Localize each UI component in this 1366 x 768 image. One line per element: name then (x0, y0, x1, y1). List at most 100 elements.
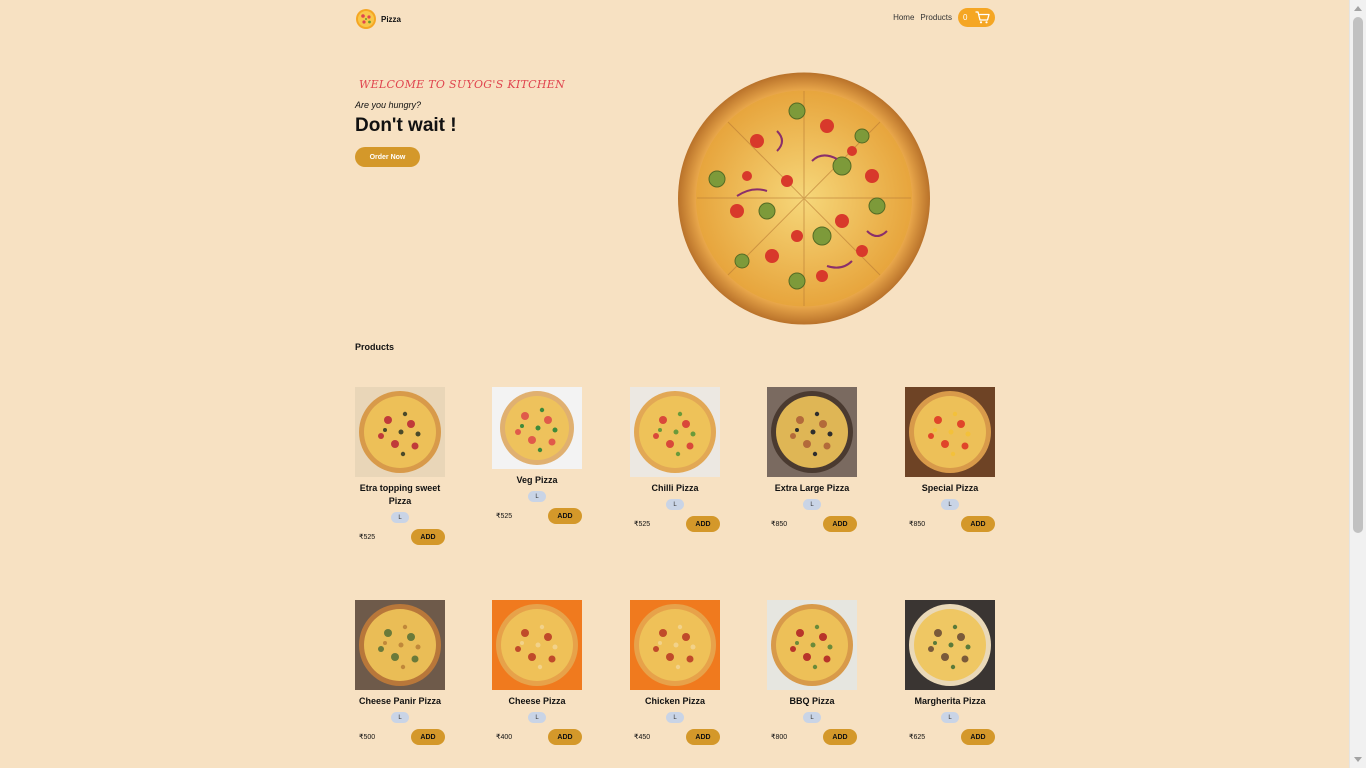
add-to-cart-button[interactable]: ADD (686, 729, 720, 745)
add-to-cart-button[interactable]: ADD (823, 729, 857, 745)
product-card: Extra Large Pizza L ₹850 ADD (767, 387, 857, 532)
product-image (767, 600, 857, 690)
product-price: ₹400 (496, 734, 513, 741)
product-image (355, 600, 445, 690)
nav-link-products[interactable]: Products (920, 13, 952, 22)
add-to-cart-button[interactable]: ADD (411, 729, 445, 745)
add-to-cart-button[interactable]: ADD (961, 516, 995, 532)
product-image (492, 600, 582, 690)
add-to-cart-button[interactable]: ADD (686, 516, 720, 532)
navbar: Pizza Home Products 0 (355, 8, 995, 34)
hero-pizza-image (678, 72, 930, 325)
product-name: Margherita Pizza (914, 696, 986, 706)
pizza-photo-icon (767, 600, 857, 690)
size-badge[interactable]: L (941, 712, 959, 723)
product-image (767, 387, 857, 477)
product-price: ₹500 (359, 734, 376, 741)
pizza-photo-icon (905, 600, 995, 690)
hero-welcome-text: WELCOME TO SUYOG'S KITCHEN (359, 78, 566, 91)
size-badge[interactable]: L (391, 712, 409, 723)
pizza-photo-icon (767, 387, 857, 477)
product-footer: ₹500 ADD (355, 729, 445, 745)
size-badge[interactable]: L (666, 712, 684, 723)
product-name: Extra Large Pizza (774, 483, 850, 493)
product-card: Margherita Pizza L ₹625 ADD (905, 600, 995, 745)
page-container: Pizza Home Products 0 WELCOME TO SUYOG'S… (355, 0, 995, 768)
product-image (355, 387, 445, 477)
product-card: Chilli Pizza L ₹525 ADD (630, 387, 720, 532)
product-price: ₹850 (771, 521, 788, 528)
product-card: Veg Pizza L ₹525 ADD (492, 387, 582, 524)
pizza-photo-icon (630, 387, 720, 477)
product-price: ₹450 (634, 734, 651, 741)
product-price: ₹525 (359, 534, 376, 541)
scroll-up-arrow-icon[interactable] (1354, 6, 1362, 11)
pizza-photo-icon (355, 387, 445, 477)
pizza-photo-icon (630, 600, 720, 690)
product-name: Chilli Pizza (651, 483, 699, 493)
size-badge[interactable]: L (391, 512, 409, 523)
add-to-cart-button[interactable]: ADD (823, 516, 857, 532)
hero-question: Are you hungry? (355, 100, 422, 110)
product-footer: ₹450 ADD (630, 729, 720, 745)
product-card: Special Pizza L ₹850 ADD (905, 387, 995, 532)
product-card: Cheese Panir Pizza L ₹500 ADD (355, 600, 445, 745)
size-badge[interactable]: L (666, 499, 684, 510)
products-heading: Products (355, 342, 395, 352)
product-name: Cheese Panir Pizza (358, 696, 442, 706)
hero-headline: Don't wait ! (355, 115, 457, 136)
product-price: ₹525 (496, 513, 513, 520)
product-price: ₹850 (909, 521, 926, 528)
product-footer: ₹850 ADD (767, 516, 857, 532)
product-footer: ₹400 ADD (492, 729, 582, 745)
add-to-cart-button[interactable]: ADD (411, 529, 445, 545)
product-footer: ₹525 ADD (630, 516, 720, 532)
product-footer: ₹525 ADD (492, 508, 582, 524)
nav-links: Home Products 0 (893, 8, 995, 27)
product-image (630, 600, 720, 690)
product-price: ₹625 (909, 734, 926, 741)
scrollbar-thumb[interactable] (1353, 17, 1363, 533)
product-name: Veg Pizza (516, 475, 558, 485)
product-name: Etra topping sweet Pizza (359, 483, 441, 506)
product-name: Cheese Pizza (508, 696, 566, 706)
product-image (630, 387, 720, 477)
pizza-photo-icon (355, 600, 445, 690)
product-name: Chicken Pizza (644, 696, 706, 706)
brand-logo[interactable]: Pizza (355, 8, 401, 30)
product-name: Special Pizza (921, 483, 979, 493)
brand-name: Pizza (381, 14, 402, 24)
product-footer: ₹625 ADD (905, 729, 995, 745)
product-price: ₹800 (771, 734, 788, 741)
product-image (905, 387, 995, 477)
cart-button[interactable]: 0 (958, 8, 995, 27)
product-card: Cheese Pizza L ₹400 ADD (492, 600, 582, 745)
size-badge[interactable]: L (528, 491, 546, 502)
scroll-down-arrow-icon[interactable] (1354, 757, 1362, 762)
product-image (492, 387, 582, 469)
product-footer: ₹800 ADD (767, 729, 857, 745)
product-name: BBQ Pizza (789, 696, 835, 706)
cart-icon (975, 11, 990, 24)
product-image (905, 600, 995, 690)
nav-link-home[interactable]: Home (893, 13, 914, 22)
product-footer: ₹525 ADD (355, 529, 445, 545)
cart-count: 0 (963, 13, 968, 22)
vertical-scrollbar[interactable] (1349, 0, 1366, 768)
size-badge[interactable]: L (528, 712, 546, 723)
add-to-cart-button[interactable]: ADD (548, 729, 582, 745)
pizza-photo-icon (492, 387, 582, 469)
product-card: Etra topping sweet Pizza L ₹525 ADD (355, 387, 445, 545)
size-badge[interactable]: L (941, 499, 959, 510)
product-price: ₹525 (634, 521, 651, 528)
add-to-cart-button[interactable]: ADD (548, 508, 582, 524)
pizza-logo-icon (356, 9, 376, 29)
add-to-cart-button[interactable]: ADD (961, 729, 995, 745)
size-badge[interactable]: L (803, 712, 821, 723)
pizza-photo-icon (492, 600, 582, 690)
product-card: Chicken Pizza L ₹450 ADD (630, 600, 720, 745)
size-badge[interactable]: L (803, 499, 821, 510)
product-card: BBQ Pizza L ₹800 ADD (767, 600, 857, 745)
order-now-button[interactable]: Order Now (355, 147, 420, 167)
product-footer: ₹850 ADD (905, 516, 995, 532)
